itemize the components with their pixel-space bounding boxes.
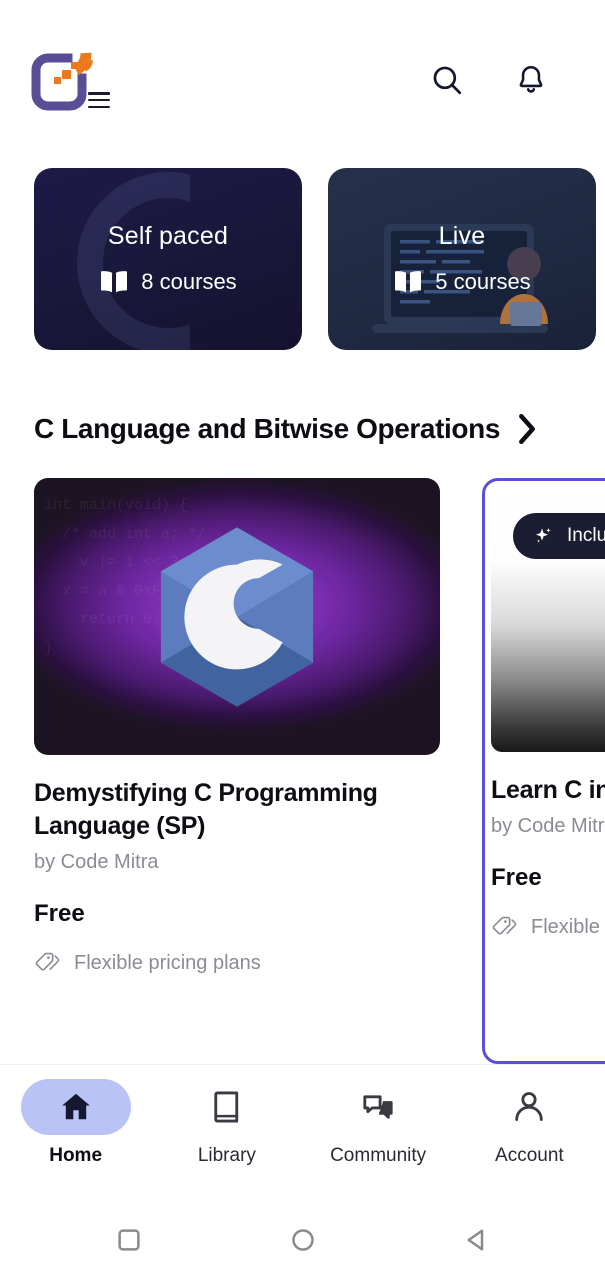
course-title: Learn C in M [491,776,605,804]
notifications-button[interactable] [509,58,553,102]
nav-item-community[interactable]: Community [303,1079,454,1167]
course-price: Free [34,900,85,927]
category-count-row: 8 courses [99,268,237,295]
course-pricing-note: Flexible pr [531,915,605,938]
category-count: 5 courses [435,268,531,294]
person-icon [515,1092,544,1121]
included-badge-label: Included [567,525,605,546]
category-card-self-paced[interactable]: Self paced 8 courses [34,168,302,350]
price-tag-icon [492,916,517,935]
course-thumbnail: Included [491,487,605,752]
sparkle-icon [536,528,551,543]
course-pricing-row: Flexible pricing plans [34,950,440,976]
category-card-live[interactable]: Live 5 courses [328,168,596,350]
course-pricing-note: Flexible pricing plans [74,951,261,974]
book-icon [101,270,128,293]
category-count: 8 courses [141,268,237,294]
search-icon [433,66,462,95]
nav-pill-account [474,1079,584,1135]
nav-label-library: Library [197,1145,256,1166]
book-closed-icon [214,1091,239,1123]
app-header [0,0,605,160]
nav-label-home: Home [49,1145,103,1166]
section-title: C Language and Bitwise Operations [34,413,500,444]
course-title: Demystifying C Programming Language (SP) [34,779,378,840]
included-badge: Included [513,513,605,559]
chat-bubbles-icon [363,1095,393,1119]
category-card-content: Live 5 courses [393,222,531,295]
course-card[interactable]: Included Learn C in M by Code Mitra Free… [482,478,605,1064]
chevron-right-icon[interactable] [516,412,538,446]
nav-label-account: Account [495,1145,564,1166]
app-screen: Self paced 8 courses Live 5 courses C La… [0,0,605,1280]
recents-button[interactable] [107,1218,151,1262]
category-title: Live [438,222,486,251]
c-language-logo-icon [160,526,314,707]
nav-label-community: Community [330,1145,427,1166]
nav-pill-community [323,1079,433,1135]
circle-icon [291,1229,314,1251]
category-title: Self paced [107,222,229,251]
back-button[interactable] [455,1218,499,1262]
square-icon [117,1229,140,1251]
nav-item-library[interactable]: Library [151,1079,302,1167]
course-thumbnail: int main(void) { /* add int a; */ v |= 1… [34,478,440,755]
bell-icon [519,65,543,93]
book-icon [395,270,422,293]
bottom-navigation: Home Library Community Account [0,1065,605,1200]
price-tag-icon [35,952,60,971]
header-actions [425,58,575,102]
nav-item-account[interactable]: Account [454,1079,605,1167]
android-system-bar [0,1200,605,1280]
course-price: Free [491,864,542,891]
nav-pill-library [172,1079,282,1135]
app-logo[interactable] [30,44,110,116]
course-author: by Code Mitra [491,815,605,837]
course-author: by Code Mitra [34,851,159,873]
course-pricing-row: Flexible pr [491,914,605,940]
category-card-content: Self paced 8 courses [99,222,237,295]
home-icon [61,1093,90,1120]
section-header[interactable]: C Language and Bitwise Operations [0,350,605,446]
category-count-row: 5 courses [393,268,531,295]
nav-pill-home [20,1079,131,1135]
course-card[interactable]: int main(void) { /* add int a; */ v |= 1… [34,478,440,1064]
category-cards: Self paced 8 courses Live 5 courses [0,160,605,350]
nav-item-home[interactable]: Home [0,1079,151,1167]
home-button[interactable] [281,1218,325,1262]
search-button[interactable] [425,58,469,102]
triangle-left-icon [467,1229,483,1251]
hamburger-menu-icon[interactable] [88,92,110,108]
course-carousel[interactable]: int main(void) { /* add int a; */ v |= 1… [0,446,605,1064]
